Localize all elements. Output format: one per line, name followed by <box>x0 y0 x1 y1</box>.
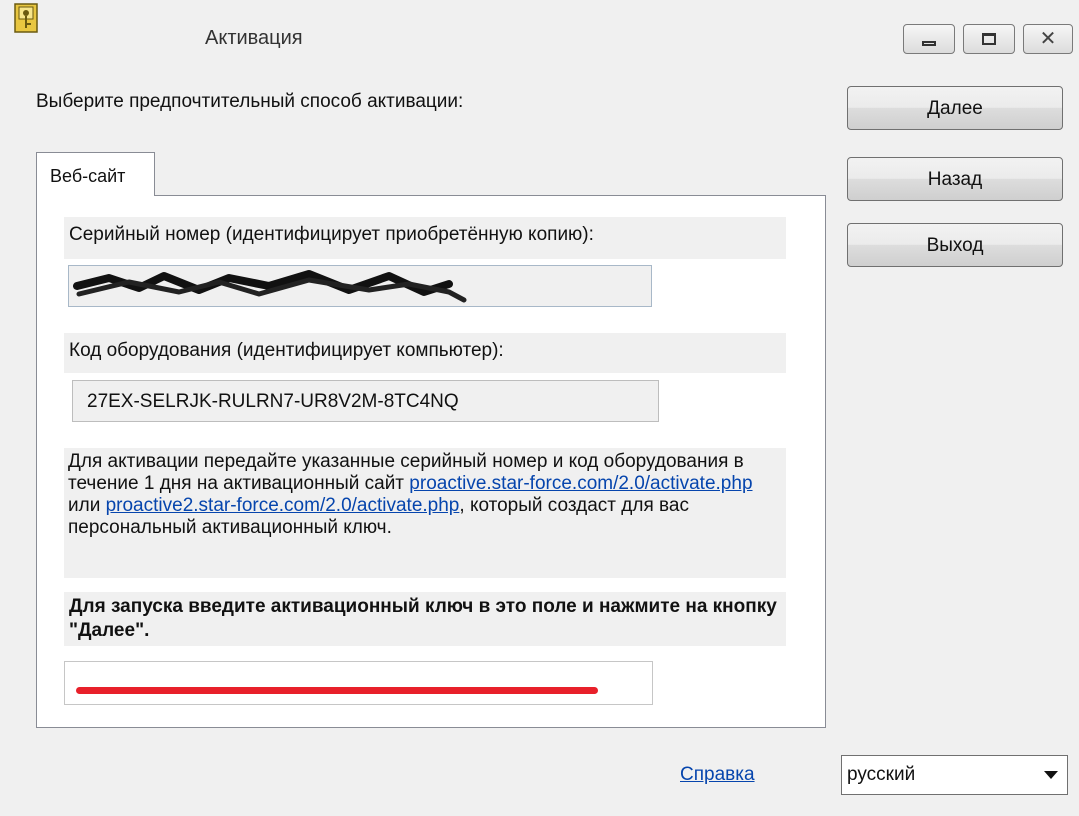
help-link[interactable]: Справка <box>680 764 755 786</box>
maximize-icon <box>982 33 996 45</box>
activation-key-field[interactable] <box>64 661 653 705</box>
serial-number-label: Серийный номер (идентифицирует приобретё… <box>64 217 786 259</box>
instructions-text: или <box>68 495 106 516</box>
close-button[interactable]: ✕ <box>1023 24 1073 54</box>
serial-number-field[interactable] <box>68 265 652 307</box>
language-select[interactable]: русский <box>841 755 1068 795</box>
app-key-icon <box>14 3 38 33</box>
close-icon: ✕ <box>1039 28 1057 50</box>
minimize-button[interactable] <box>903 24 955 54</box>
activation-key-prompt: Для запуска введите активационный ключ в… <box>64 592 786 646</box>
window-title: Активация <box>205 27 303 49</box>
exit-button[interactable]: Выход <box>847 223 1063 267</box>
hardware-code-field[interactable]: 27EX-SELRJK-RULRN7-UR8V2M-8TC4NQ <box>72 380 659 422</box>
dropdown-arrow-icon <box>1044 771 1058 779</box>
redaction-line <box>76 687 598 694</box>
back-button[interactable]: Назад <box>847 157 1063 201</box>
minimize-icon <box>922 40 936 46</box>
maximize-button[interactable] <box>963 24 1015 54</box>
tab-website[interactable]: Веб-сайт <box>36 152 155 196</box>
activation-instructions: Для активации передайте указанные серийн… <box>64 448 786 578</box>
window-controls: ✕ <box>903 24 1073 54</box>
next-button[interactable]: Далее <box>847 86 1063 130</box>
redaction-scribble <box>73 270 467 303</box>
title-bar[interactable]: Активация ✕ <box>0 0 1079 78</box>
activation-site-link-1[interactable]: proactive.star-force.com/2.0/activate.ph… <box>409 473 752 494</box>
activation-method-prompt: Выберите предпочтительный способ активац… <box>36 91 464 112</box>
language-selected-value: русский <box>847 764 916 785</box>
hardware-code-label: Код оборудования (идентифицирует компьют… <box>64 333 786 373</box>
activation-window: Активация ✕ Выберите предпочтительный сп… <box>0 0 1079 816</box>
activation-site-link-2[interactable]: proactive2.star-force.com/2.0/activate.p… <box>106 495 460 516</box>
